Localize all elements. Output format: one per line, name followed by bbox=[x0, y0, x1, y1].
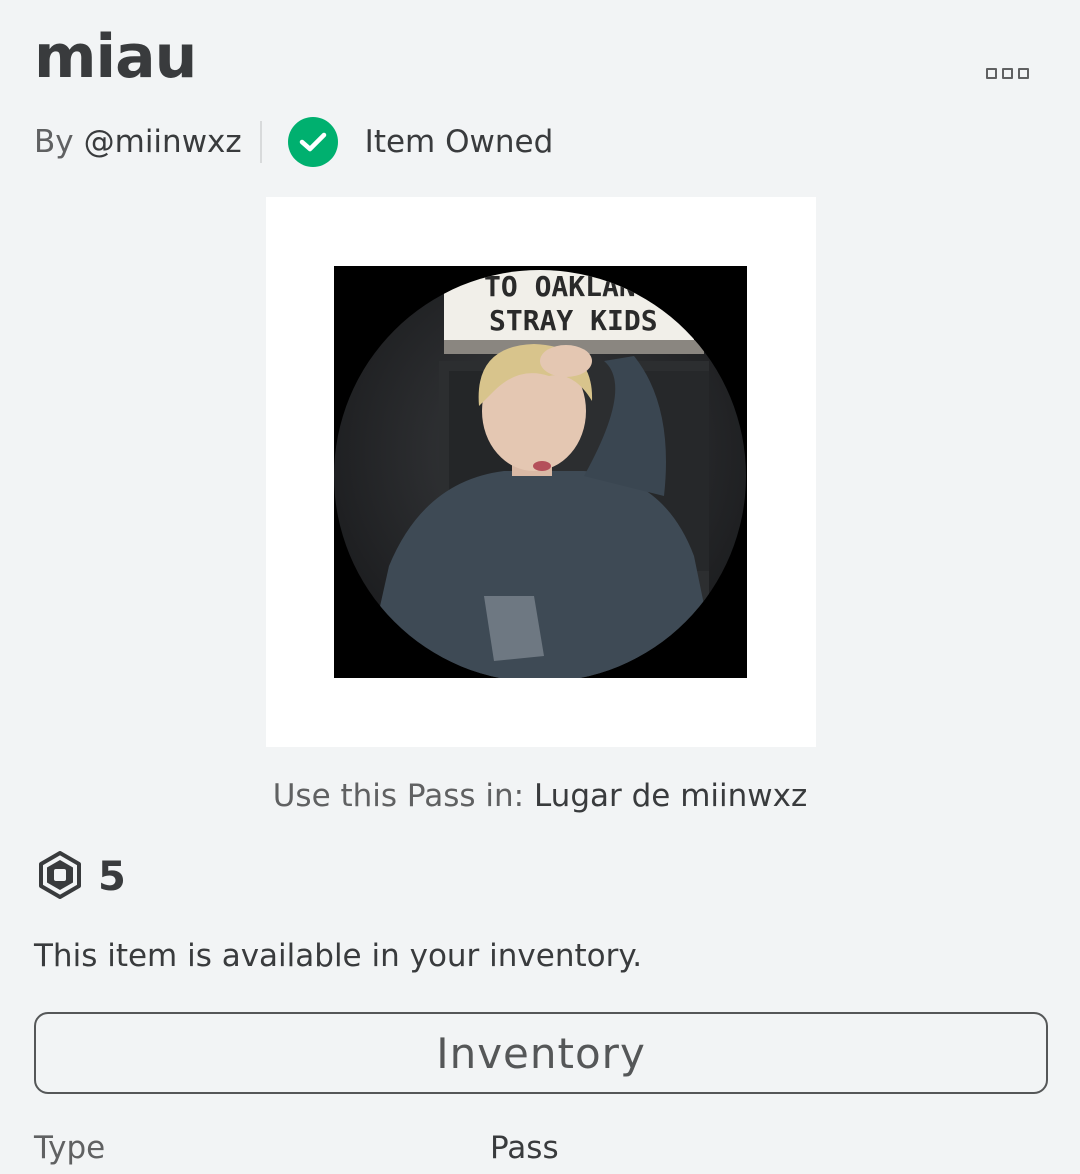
more-dot-icon bbox=[1017, 67, 1029, 79]
more-dot-icon bbox=[985, 67, 997, 79]
by-label: By bbox=[34, 124, 74, 160]
more-dot-icon bbox=[1001, 67, 1013, 79]
inventory-button[interactable]: Inventory bbox=[34, 1012, 1048, 1094]
divider bbox=[259, 121, 262, 163]
price-row: 5 bbox=[38, 851, 126, 903]
thumbnail-image: TO OAKLAN STRAY KIDS bbox=[334, 266, 747, 678]
use-pass-label: Use this Pass in: bbox=[272, 778, 525, 814]
owned-status-label: Item Owned bbox=[364, 124, 554, 160]
type-label: Type bbox=[34, 1130, 106, 1166]
item-title: miau bbox=[34, 22, 197, 92]
use-pass-line: Use this Pass in: Lugar de miinwxz bbox=[0, 776, 1080, 816]
checkmark-icon bbox=[287, 117, 338, 167]
sign-line-2: STRAY KIDS bbox=[489, 304, 658, 337]
more-options-button[interactable] bbox=[976, 58, 1038, 88]
creator-link[interactable]: @miinwxz bbox=[84, 124, 242, 160]
thumbnail-frame: TO OAKLAN STRAY KIDS bbox=[266, 197, 816, 747]
type-value: Pass bbox=[490, 1130, 559, 1166]
place-link[interactable]: Lugar de miinwxz bbox=[534, 778, 807, 814]
robux-icon bbox=[38, 851, 82, 903]
creator-row: By @miinwxz Item Owned bbox=[34, 117, 554, 167]
availability-text: This item is available in your inventory… bbox=[34, 938, 643, 974]
price-value: 5 bbox=[98, 854, 126, 900]
